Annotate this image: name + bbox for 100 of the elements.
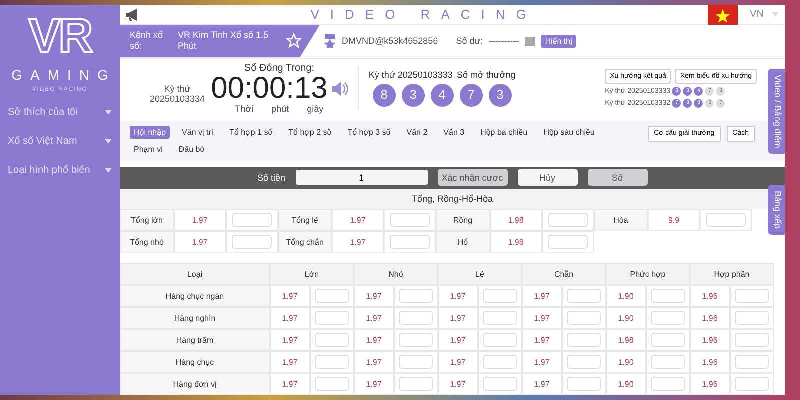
play-tab[interactable]: Vấn 3 bbox=[440, 126, 469, 139]
play-tab[interactable]: Hội nhập bbox=[130, 126, 170, 139]
stake-field[interactable] bbox=[394, 307, 438, 329]
play-tab[interactable]: Tổ hợp 2 số bbox=[284, 126, 336, 139]
play-tab[interactable]: Vấn vị trí bbox=[178, 126, 218, 139]
result-ball: 3 bbox=[402, 84, 425, 107]
play-tab[interactable]: Hộp ba chiều bbox=[476, 126, 532, 139]
play-tab[interactable]: Phạm vi bbox=[130, 142, 167, 156]
dropdown-toggle[interactable] bbox=[525, 36, 536, 46]
stake-field[interactable] bbox=[310, 285, 354, 307]
play-tab[interactable]: Vấn 2 bbox=[402, 126, 432, 139]
stake-field[interactable] bbox=[700, 209, 752, 231]
stake-field[interactable] bbox=[646, 307, 690, 329]
stake-field[interactable] bbox=[384, 209, 436, 231]
stake-field[interactable] bbox=[542, 209, 594, 231]
column-header: Lẻ bbox=[438, 263, 522, 285]
stake-field[interactable] bbox=[226, 209, 278, 231]
stake-field[interactable] bbox=[562, 329, 606, 351]
site-title: VIDEO RACING bbox=[310, 7, 538, 22]
result-ball: 7 bbox=[460, 84, 483, 107]
odds-value: 1.90 bbox=[606, 373, 646, 395]
result-ball: 8 bbox=[372, 84, 396, 107]
column-header: Hợp phần bbox=[690, 263, 774, 285]
stake-field[interactable] bbox=[730, 285, 774, 307]
play-tab[interactable]: Tổ hợp 3 số bbox=[344, 126, 395, 139]
stake-field[interactable] bbox=[478, 373, 522, 395]
stake-field[interactable] bbox=[310, 307, 354, 329]
bet-label: Tổng lẻ bbox=[278, 209, 332, 231]
amount-label: Số tiền bbox=[257, 172, 286, 183]
show-balance-button[interactable]: Hiển thị bbox=[541, 34, 576, 48]
odds-value: 1.90 bbox=[606, 351, 646, 373]
odds-value: 1.97 bbox=[522, 307, 562, 329]
stake-field[interactable] bbox=[562, 351, 606, 373]
time-unit: phút bbox=[272, 104, 290, 114]
side-tab[interactable]: Video / Bảng điểm bbox=[768, 69, 785, 154]
stake-field[interactable] bbox=[730, 351, 774, 373]
stake-field[interactable] bbox=[394, 285, 438, 307]
bet-label: Tổng chẵn bbox=[278, 231, 332, 253]
odds-value: 1.97 bbox=[174, 209, 226, 231]
bet-button[interactable]: Hủy bbox=[518, 169, 578, 186]
bet-label: Tổng nhỏ bbox=[120, 231, 174, 253]
bet-label: Hòa bbox=[594, 209, 648, 231]
stake-field[interactable] bbox=[646, 373, 690, 395]
stake-field[interactable] bbox=[310, 351, 354, 373]
countdown-timer: 00:00:13 bbox=[211, 74, 328, 104]
stake-field[interactable] bbox=[394, 329, 438, 351]
caret-icon bbox=[772, 12, 779, 17]
stake-field[interactable] bbox=[384, 231, 436, 253]
play-tab[interactable]: Tổ hợp 1 số bbox=[226, 126, 277, 139]
language-selector[interactable]: VN bbox=[750, 9, 764, 20]
play-tab[interactable]: Hộp sáu chiều bbox=[540, 126, 599, 139]
result-ball: 4 bbox=[430, 84, 454, 107]
bet-button[interactable]: Xác nhận cược bbox=[438, 169, 508, 186]
odds-value: 1.97 bbox=[270, 285, 310, 307]
stake-field[interactable] bbox=[226, 231, 278, 253]
stake-field[interactable] bbox=[562, 285, 606, 307]
column-header: Chẵn bbox=[522, 263, 606, 285]
odds-value: 9.9 bbox=[648, 209, 700, 231]
odds-value: 1.90 bbox=[606, 285, 646, 307]
stake-field[interactable] bbox=[478, 307, 522, 329]
odds-value: 1.97 bbox=[522, 329, 562, 351]
stake-field[interactable] bbox=[310, 373, 354, 395]
play-tab[interactable]: Đấu bò bbox=[174, 142, 209, 156]
stake-field[interactable] bbox=[542, 231, 594, 253]
stake-field[interactable] bbox=[562, 373, 606, 395]
stake-field[interactable] bbox=[646, 285, 690, 307]
odds-value: 1.97 bbox=[270, 329, 310, 351]
bet-label: Hổ bbox=[436, 231, 490, 253]
stake-field[interactable] bbox=[394, 373, 438, 395]
brand-name: GAMING bbox=[10, 67, 116, 83]
row-label: Hàng đơn vị bbox=[120, 373, 270, 395]
star-icon[interactable] bbox=[286, 33, 302, 50]
stake-field[interactable] bbox=[730, 329, 774, 351]
balance-value: ---------- bbox=[489, 36, 520, 46]
stake-field[interactable] bbox=[310, 329, 354, 351]
speaker-icon[interactable] bbox=[332, 82, 348, 96]
amount-field[interactable]: 1 bbox=[296, 170, 428, 186]
stake-field[interactable] bbox=[730, 373, 774, 395]
stake-field[interactable] bbox=[562, 307, 606, 329]
bet-button[interactable]: Số bbox=[588, 169, 648, 186]
stake-field[interactable] bbox=[478, 285, 522, 307]
odds-value: 1.97 bbox=[270, 373, 310, 395]
stake-field[interactable] bbox=[646, 351, 690, 373]
odds-value: 1.97 bbox=[270, 307, 310, 329]
time-unit: Thời bbox=[235, 104, 254, 114]
column-header: Loại bbox=[120, 263, 270, 285]
column-header: Nhỏ bbox=[354, 263, 438, 285]
stake-field[interactable] bbox=[478, 351, 522, 373]
countdown-title: Số Đóng Trong: bbox=[244, 62, 314, 74]
stake-field[interactable] bbox=[730, 307, 774, 329]
side-tab[interactable]: Bảng xếp bbox=[768, 185, 785, 236]
stake-field[interactable] bbox=[394, 351, 438, 373]
stake-field[interactable] bbox=[646, 329, 690, 351]
medal-icon bbox=[324, 34, 336, 48]
odds-value: 1.97 bbox=[438, 351, 478, 373]
stake-field[interactable] bbox=[478, 329, 522, 351]
odds-value: 1.98 bbox=[490, 231, 542, 253]
channel-name: VR Kim Tinh Xổ số 1.5 Phút bbox=[178, 30, 270, 53]
odds-value: 1.97 bbox=[438, 307, 478, 329]
column-header: Phức hợp bbox=[606, 263, 690, 285]
